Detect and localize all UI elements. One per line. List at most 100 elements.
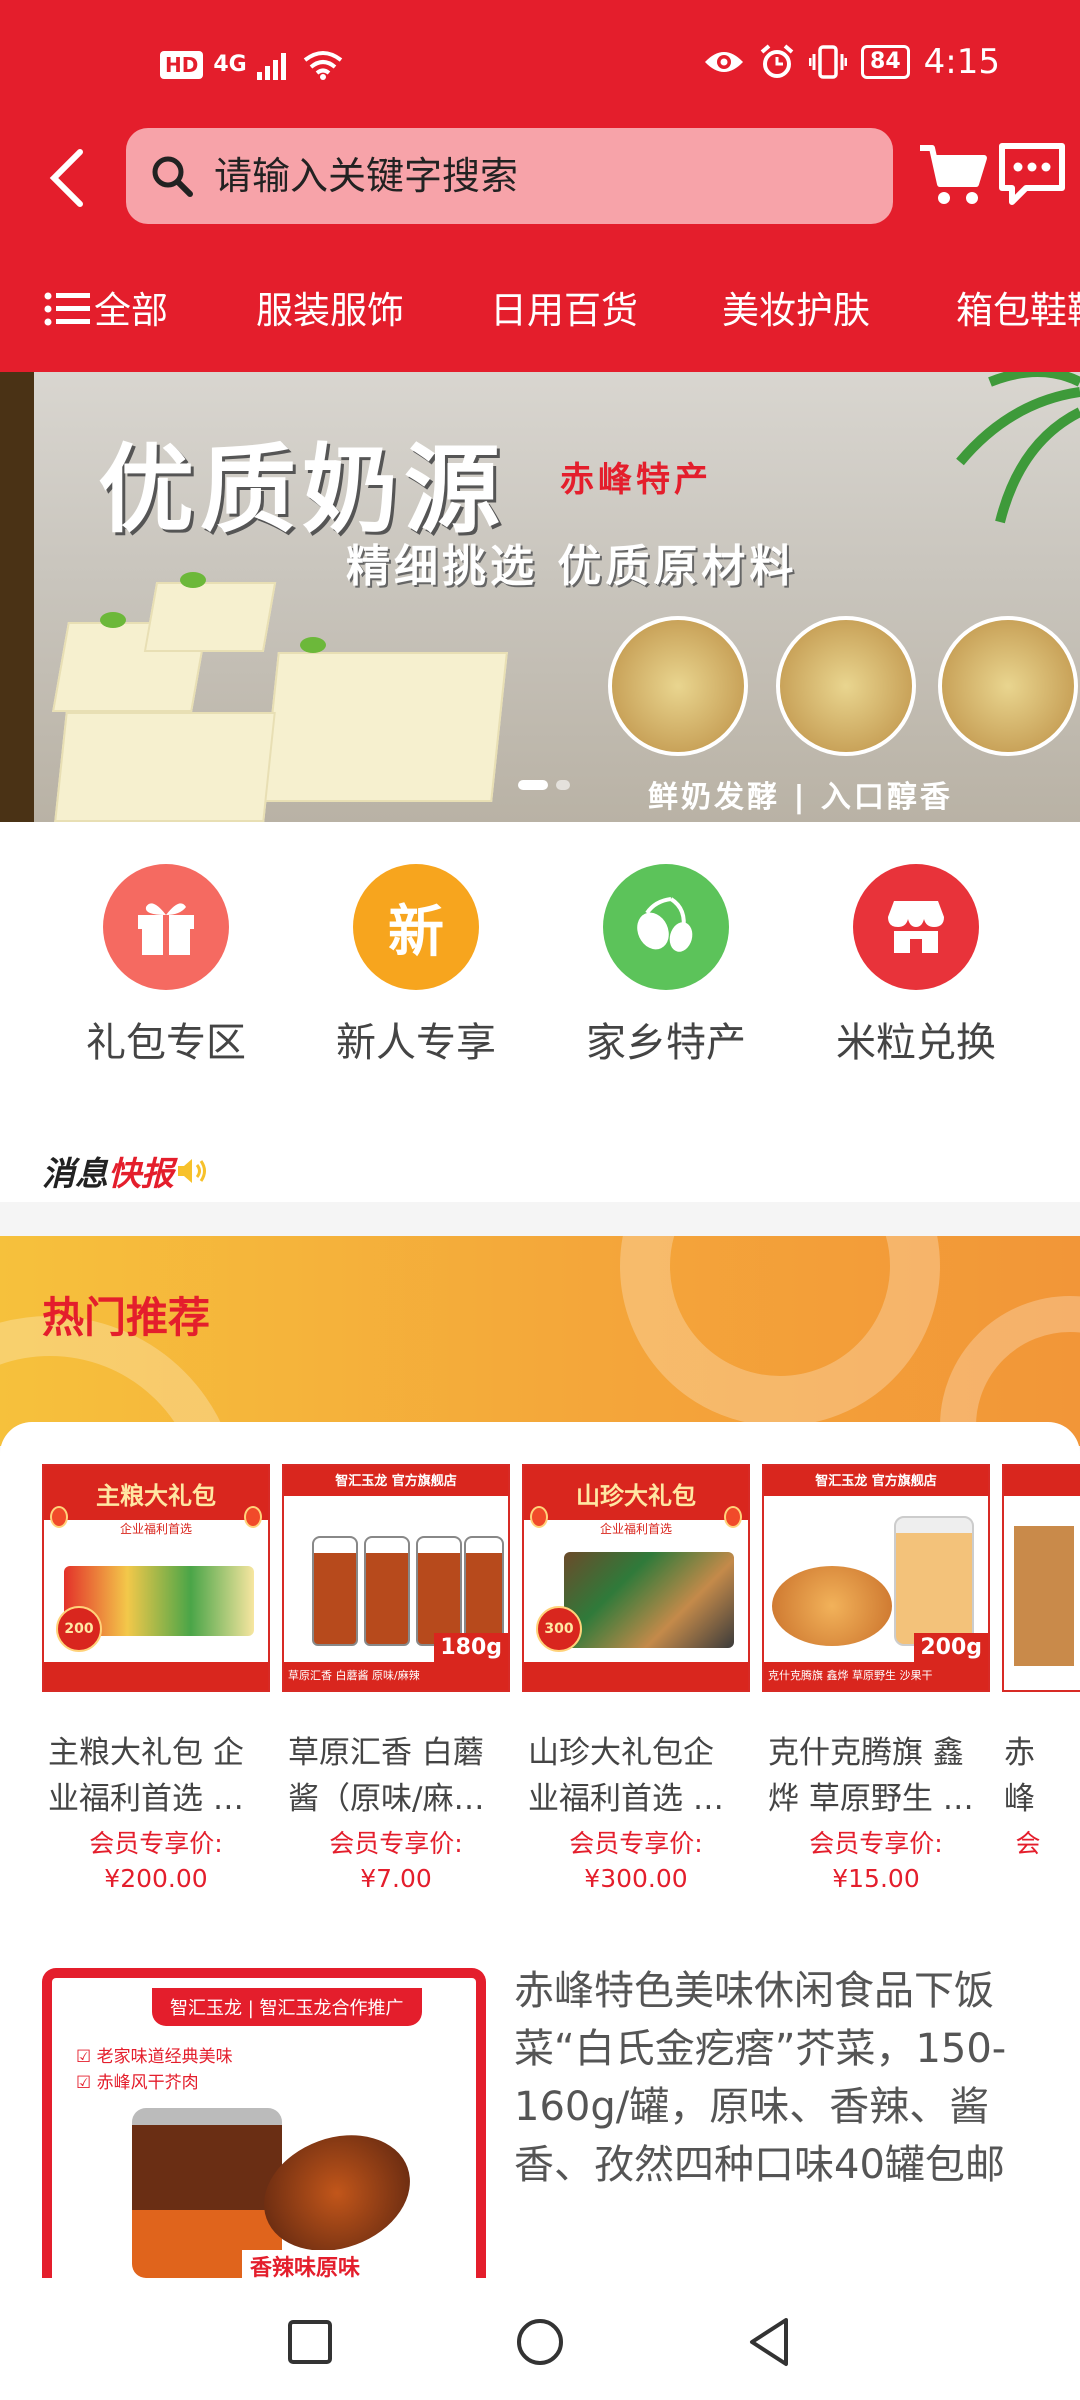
entry-label: 礼包专区	[86, 1020, 246, 1066]
back-nav-button[interactable]	[740, 2312, 800, 2372]
product-image	[1002, 1464, 1080, 1692]
price-label: 会	[1015, 1829, 1041, 1858]
hot-section-header: 热门推荐	[0, 1236, 1080, 1446]
category-item[interactable]: 美妆护肤	[722, 280, 870, 334]
category-item[interactable]: 服装服饰	[256, 280, 404, 334]
jar-image	[312, 1536, 358, 1646]
product-name: 主粮大礼包 企业福利首选 …	[48, 1735, 244, 1817]
product-name: 赤峰特产土…	[1004, 1735, 1035, 1817]
search-icon	[152, 156, 193, 197]
entry-local-specialty[interactable]: 家乡特产	[566, 864, 766, 1068]
image-subtitle: 企业福利首选	[119, 1522, 192, 1536]
product-photo	[1014, 1526, 1074, 1666]
alarm-icon	[760, 44, 794, 78]
product-card[interactable]: 智汇玉龙 官方旗舰店 180g 草原汇香 白蘑酱 原味/麻辣 草原汇香 白蘑酱（…	[282, 1464, 510, 1893]
price-badge: 200	[56, 1606, 102, 1652]
promo-banner[interactable]: 优质奶源 赤峰特产 精细挑选 优质原材料 鲜奶发酵 | 入口醇香	[0, 372, 1080, 822]
banner-edge	[0, 372, 34, 822]
lantern-decoration	[724, 1506, 742, 1528]
new-glyph: 新	[388, 899, 444, 965]
price-label: 会员专享价:	[569, 1829, 703, 1858]
gift-goods-image	[564, 1552, 734, 1648]
image-footer	[524, 1662, 748, 1690]
product-card[interactable]: 赤峰特产土… 会	[1002, 1464, 1080, 1860]
entry-label: 新人专享	[336, 1020, 496, 1066]
menu-icon	[44, 292, 90, 326]
home-button[interactable]	[510, 2312, 570, 2372]
feed-title: 赤峰特色美味休闲食品下饭菜“白氏金疙瘩”芥菜，150-160g/罐，原味、香辣、…	[514, 1968, 1007, 2188]
category-all[interactable]: 全部	[44, 280, 168, 334]
palm-leaf-icon	[956, 372, 1080, 524]
news-flash[interactable]: 消息 快报	[42, 1147, 210, 1195]
price-badge: 300	[536, 1606, 582, 1652]
news-label-red: 快报	[108, 1154, 174, 1193]
milk-tofu-image	[262, 652, 508, 802]
status-right: 84 4:15	[703, 42, 1000, 82]
image-title: 山珍大礼包	[576, 1482, 696, 1510]
gift-icon	[103, 864, 229, 990]
carousel-dot[interactable]	[556, 780, 570, 790]
cart-icon[interactable]	[918, 142, 988, 208]
dried-fruit-image	[772, 1566, 892, 1646]
search-bar[interactable]	[126, 128, 893, 224]
product-price: ¥15.00	[832, 1864, 920, 1893]
entry-label: 米粒兑换	[836, 1020, 996, 1066]
feed-image: 智汇玉龙 | 智汇玉龙合作推广 ☑ 老家味道经典美味 ☑ 赤峰风干芥肉 香辣味原…	[42, 1968, 486, 2278]
plate-image	[608, 616, 748, 756]
feed-check-line: ☑ 老家味道经典美味	[76, 2047, 233, 2067]
category-item[interactable]: 日用百货	[490, 280, 638, 334]
lantern-decoration	[50, 1506, 68, 1528]
status-left: HD 4G	[160, 50, 343, 80]
product-price: ¥300.00	[584, 1864, 688, 1893]
search-input[interactable]	[214, 154, 874, 198]
network-type: 4G	[213, 52, 247, 77]
image-footer: 草原汇香 白蘑酱 原味/麻辣	[284, 1662, 508, 1690]
leaf-decoration	[100, 612, 126, 628]
decorative-ring	[620, 1236, 940, 1426]
image-subtitle: 企业福利首选	[599, 1522, 672, 1536]
signal-icon	[256, 53, 286, 80]
eye-icon	[705, 52, 744, 72]
product-card[interactable]: 山珍大礼包 企业福利首选 300 山珍大礼包企业福利首选 … 会员专享价: ¥3…	[522, 1464, 750, 1893]
image-title: 主粮大礼包	[96, 1482, 216, 1510]
product-image: 山珍大礼包 企业福利首选 300	[522, 1464, 750, 1692]
check-text: 赤峰风干芥肉	[96, 2073, 199, 2093]
plate-image	[938, 616, 1078, 756]
product-image: 主粮大礼包 企业福利首选 200	[42, 1464, 270, 1692]
product-image: 智汇玉龙 官方旗舰店 200g 克什克腾旗 鑫烨 草原野生 沙果干	[762, 1464, 990, 1692]
status-bar: HD 4G 84 4:15	[0, 0, 1080, 135]
product-name: 克什克腾旗 鑫烨 草原野生 …	[768, 1735, 974, 1817]
system-nav-bar	[0, 2282, 1080, 2400]
product-card[interactable]: 智汇玉龙 官方旗舰店 200g 克什克腾旗 鑫烨 草原野生 沙果干 克什克腾旗 …	[762, 1464, 990, 1893]
product-price: ¥7.00	[360, 1864, 432, 1893]
entry-points-exchange[interactable]: 米粒兑换	[816, 864, 1016, 1068]
product-price: ¥200.00	[104, 1864, 208, 1893]
back-button[interactable]	[40, 146, 96, 210]
entry-label: 家乡特产	[586, 1020, 746, 1066]
store-icon	[853, 864, 979, 990]
hot-title: 热门推荐	[42, 1293, 211, 1342]
feed-item[interactable]: 智汇玉龙 | 智汇玉龙合作推广 ☑ 老家味道经典美味 ☑ 赤峰风干芥肉 香辣味原…	[0, 1942, 1080, 2282]
price-label: 会员专享价:	[89, 1829, 223, 1858]
weight-tag: 200g	[914, 1633, 988, 1662]
feed-check-line: ☑ 赤峰风干芥肉	[76, 2073, 199, 2093]
vibrate-icon	[809, 45, 848, 79]
speaker-icon	[178, 1159, 206, 1183]
image-title: 智汇玉龙 官方旗舰店	[335, 1474, 457, 1489]
image-title: 智汇玉龙 官方旗舰店	[815, 1474, 937, 1489]
product-card[interactable]: 主粮大礼包 企业福利首选 200 主粮大礼包 企业福利首选 … 会员专享价: ¥…	[42, 1464, 270, 1893]
plate-image	[776, 616, 916, 756]
entry-gift-zone[interactable]: 礼包专区	[66, 864, 266, 1068]
recent-apps-button[interactable]	[280, 2312, 340, 2372]
jar-image	[416, 1536, 462, 1646]
jar-image	[364, 1536, 410, 1646]
carousel-dot-active[interactable]	[518, 780, 548, 790]
category-bar: 全部 服装服饰 日用百货 美妆护肤 箱包鞋靴	[0, 270, 1080, 342]
image-header	[1004, 1466, 1080, 1496]
leaf-decoration	[300, 637, 326, 653]
category-item[interactable]: 箱包鞋靴	[956, 280, 1080, 334]
message-icon[interactable]	[996, 140, 1068, 208]
feed-image-tag: 香辣味原味	[242, 2250, 369, 2278]
entry-new-user[interactable]: 新 新人专享	[316, 864, 516, 1068]
banner-footer: 鲜奶发酵 | 入口醇香	[648, 780, 953, 815]
